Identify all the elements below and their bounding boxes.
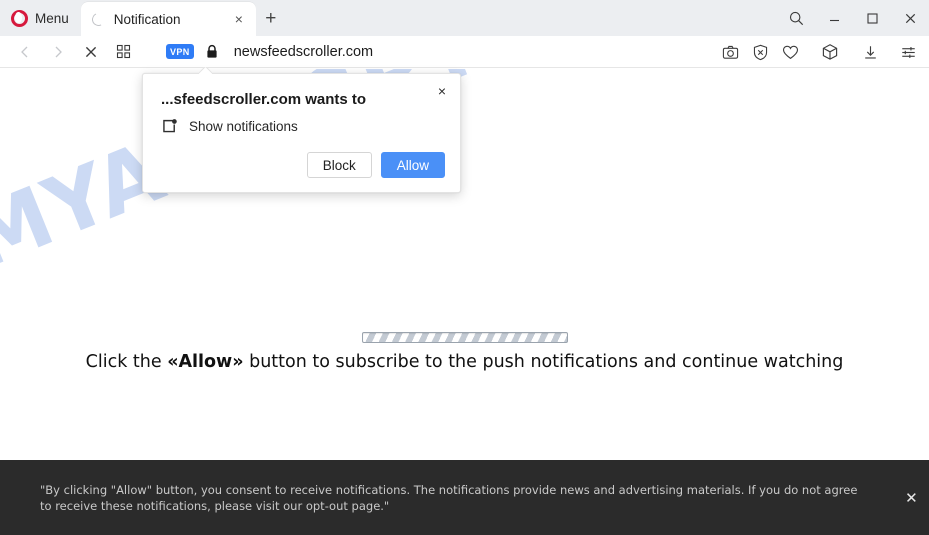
maximize-button[interactable]: [853, 0, 891, 36]
consent-close-icon[interactable]: ✕: [894, 460, 929, 535]
show-notifications-icon: [161, 118, 178, 135]
page-content: MYANTISPYWARE.COM Click the «Allow» butt…: [0, 69, 929, 460]
watermark-text: MYANTISPYWARE.COM: [0, 69, 929, 288]
tab-notification[interactable]: Notification ×: [80, 2, 256, 36]
dialog-title: ...sfeedscroller.com wants to: [161, 91, 367, 108]
minimize-button[interactable]: [815, 0, 853, 36]
opera-logo-icon: [11, 9, 28, 27]
striped-progress-bar: [362, 332, 568, 343]
permission-row: Show notifications: [161, 118, 298, 135]
window-controls: [777, 0, 929, 36]
tab-title: Notification: [113, 11, 181, 27]
consent-bar: "By clicking "Allow" button, you consent…: [0, 460, 929, 535]
consent-text: "By clicking "Allow" button, you consent…: [40, 482, 858, 513]
stop-icon[interactable]: [74, 36, 107, 68]
tab-strip: Menu Notification × +: [0, 0, 929, 36]
speed-dial-icon[interactable]: [107, 36, 140, 68]
address-bar: VPN newsfeedscroller.com: [0, 36, 929, 68]
extensions-cube-icon[interactable]: [815, 36, 845, 68]
close-window-button[interactable]: [891, 0, 929, 36]
browser-window: Menu Notification × + VPN newsfeedscroll…: [0, 0, 929, 535]
notification-permission-dialog: × ...sfeedscroller.com wants to Show not…: [142, 73, 461, 193]
loading-spinner-icon: [89, 10, 107, 28]
heart-favorite-icon[interactable]: [775, 36, 805, 68]
search-icon[interactable]: [777, 0, 815, 36]
instruction-text: Click the «Allow» button to subscribe to…: [0, 352, 929, 372]
dialog-close-icon[interactable]: ×: [432, 81, 452, 101]
ad-blocker-shield-icon[interactable]: [745, 36, 775, 68]
easy-setup-sliders-icon[interactable]: [893, 36, 923, 68]
downloads-icon[interactable]: [855, 36, 885, 68]
allow-button[interactable]: Allow: [380, 152, 445, 178]
new-tab-button[interactable]: +: [256, 2, 286, 36]
tab-close-icon[interactable]: ×: [230, 10, 248, 28]
dialog-pointer-arrow: [199, 67, 212, 74]
dialog-actions: Block Allow: [306, 152, 445, 178]
menu-label: Menu: [35, 10, 69, 26]
padlock-icon[interactable]: [205, 44, 219, 59]
block-button[interactable]: Block: [306, 152, 372, 178]
camera-snapshot-icon[interactable]: [715, 36, 745, 68]
vpn-badge[interactable]: VPN: [166, 44, 194, 59]
url-text[interactable]: newsfeedscroller.com: [234, 44, 373, 60]
address-bar-right-icons: [715, 36, 923, 68]
back-arrow-icon[interactable]: [8, 36, 41, 68]
instruction-prefix: Click the: [85, 352, 168, 372]
instruction-emphasis: «Allow»: [167, 352, 244, 372]
instruction-suffix: button to subscribe to the push notifica…: [243, 352, 844, 372]
opera-menu-button[interactable]: Menu: [0, 0, 81, 36]
forward-arrow-icon[interactable]: [41, 36, 74, 68]
permission-label: Show notifications: [189, 119, 298, 134]
